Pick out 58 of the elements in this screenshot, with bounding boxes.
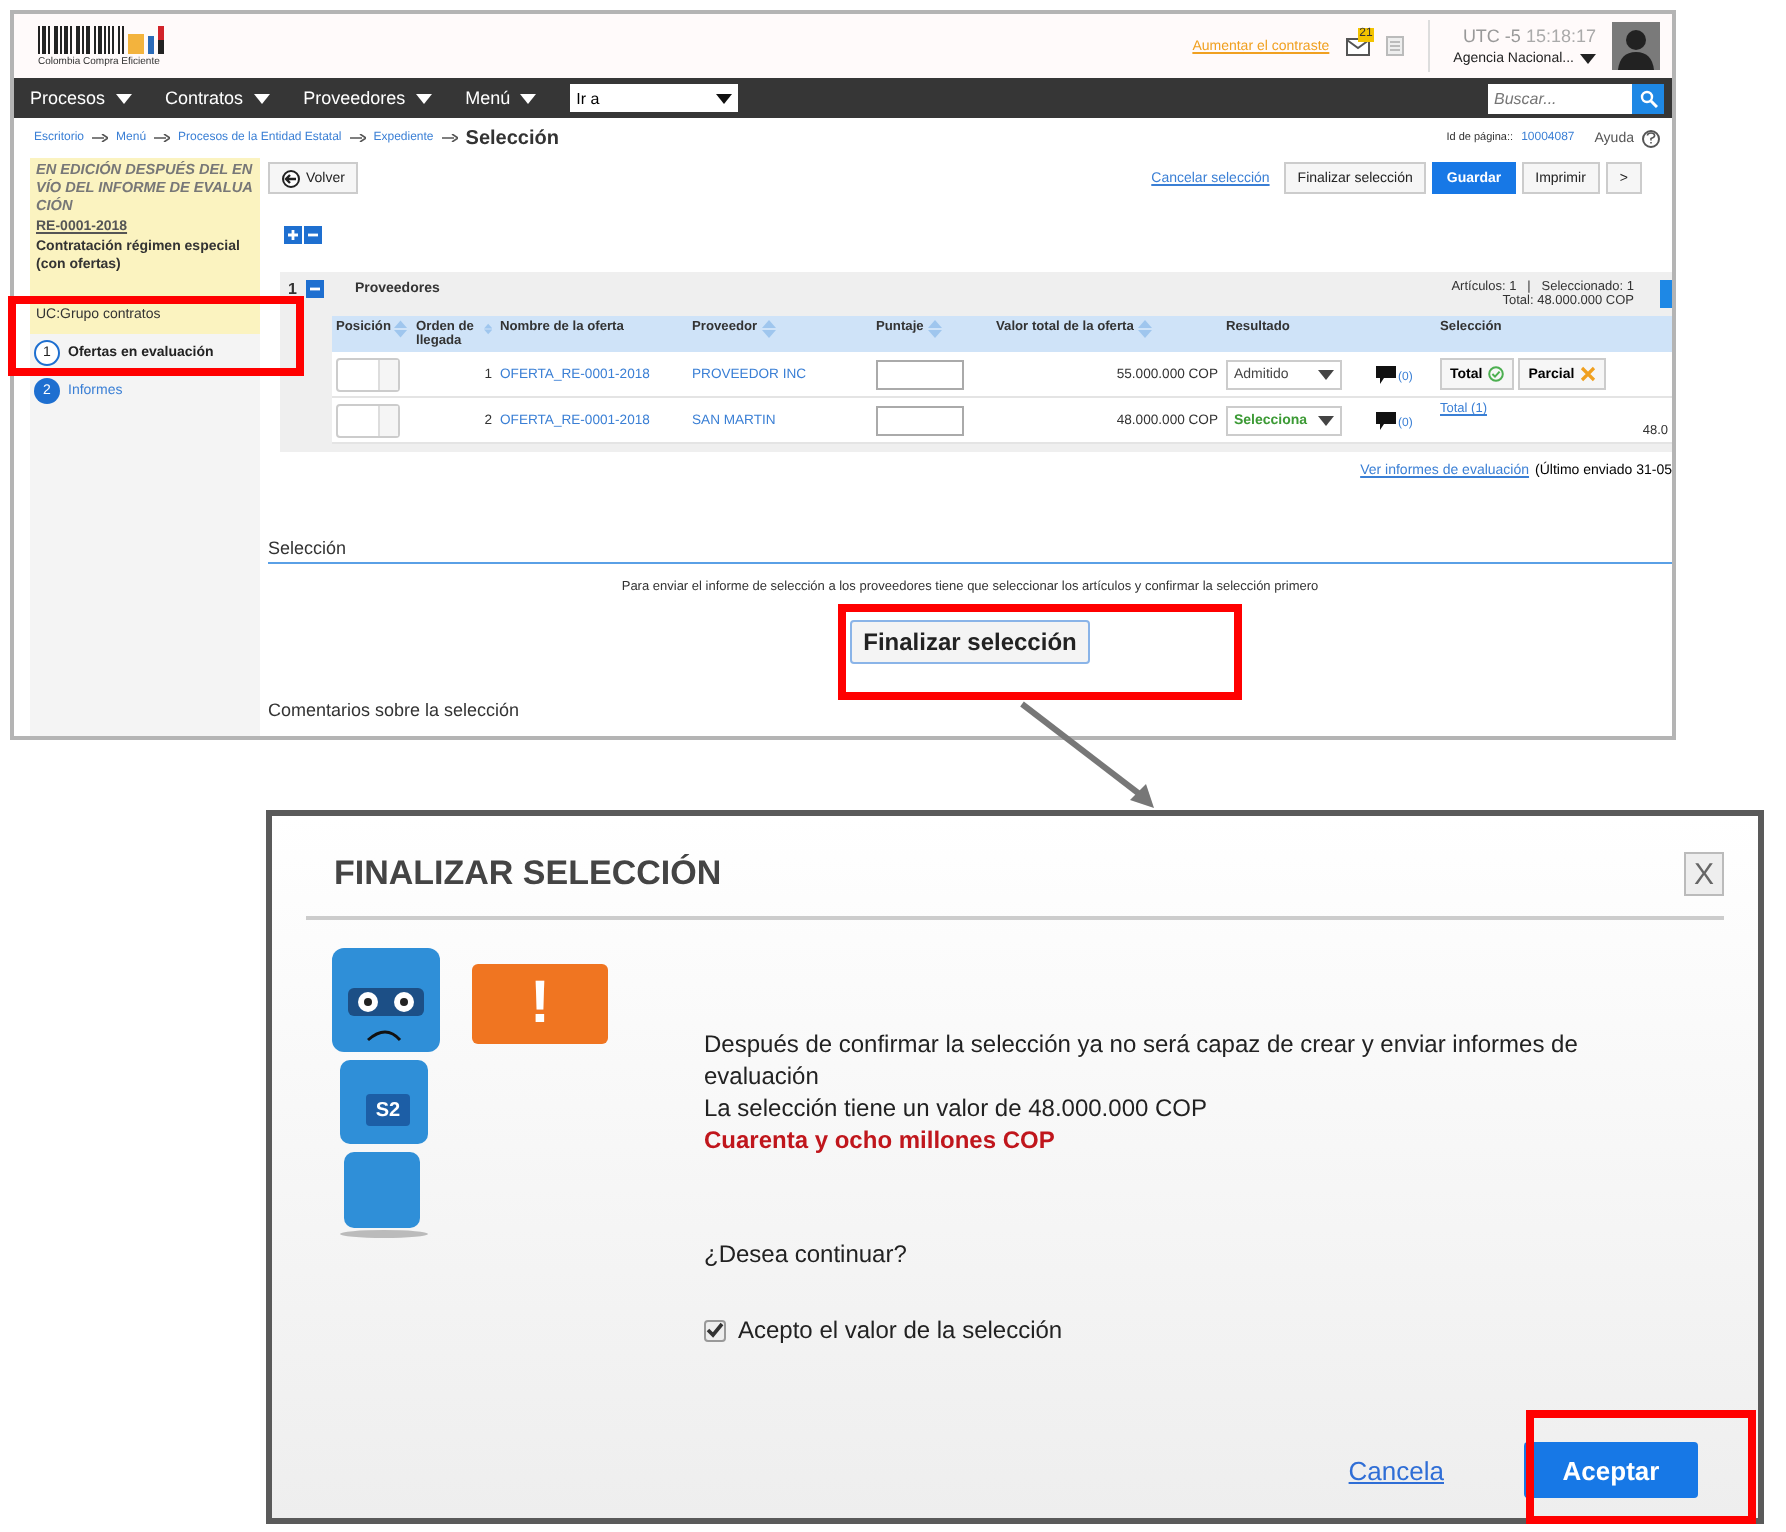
search-icon	[1639, 89, 1657, 107]
position-spinner[interactable]	[336, 403, 400, 437]
checkbox[interactable]	[704, 1319, 726, 1341]
caret-icon	[253, 93, 270, 103]
section-number: 1	[288, 280, 297, 298]
sort-icon[interactable]	[1137, 320, 1152, 338]
finalize-button[interactable]: Finalizar selección	[849, 620, 1091, 664]
help-icon[interactable]	[1642, 129, 1660, 147]
caret-icon	[1318, 415, 1334, 425]
sort-icon[interactable]	[927, 320, 942, 338]
nav-menu[interactable]: Menú	[465, 88, 537, 108]
arrow-icon	[92, 134, 109, 142]
page-title: Selección	[465, 127, 559, 149]
dialog-title: FINALIZAR SELECCIÓN	[334, 854, 722, 894]
barcode-logo-icon	[38, 25, 170, 53]
nav-menu[interactable]: Contratos	[165, 88, 270, 108]
cross-icon	[1580, 366, 1597, 382]
arrow-icon	[441, 134, 458, 142]
arrow-icon	[154, 134, 171, 142]
accept-button[interactable]: Aceptar	[1524, 1442, 1698, 1498]
goto-select[interactable]: Ir a	[570, 84, 739, 112]
check-circle-icon	[1488, 366, 1505, 382]
value-text: La selección tiene un valor de 48.000.000 COP	[704, 1092, 1210, 1124]
value-words-text: Cuarenta y ocho millones COP	[704, 1124, 1057, 1156]
score-field[interactable]	[876, 405, 964, 435]
arrow-icon	[349, 134, 366, 142]
score-field[interactable]	[876, 359, 964, 389]
section-heading: Selección	[268, 538, 1672, 564]
caret-icon	[520, 93, 537, 103]
alert-bubble: !	[472, 964, 608, 1044]
dialog-message: Después de confirmar la selección ya no será capaz de crear y enviar informes de evaluación	[704, 1028, 1580, 1092]
search-button[interactable]	[1632, 83, 1664, 113]
sort-icon[interactable]	[483, 320, 492, 338]
question-text: ¿Desea continuar?	[704, 1240, 909, 1268]
checkbox-label: Acepto el valor de la selección	[738, 1316, 1063, 1344]
comment-icon[interactable]	[1376, 365, 1396, 383]
connector-arrow	[1020, 701, 1154, 808]
search-field[interactable]: Buscar...	[1488, 83, 1632, 113]
mascot-badge: S2	[366, 1094, 410, 1126]
caret-icon	[415, 93, 432, 103]
expand-icon[interactable]	[284, 226, 302, 244]
nav-menu[interactable]: Procesos	[30, 88, 132, 108]
cancel-link[interactable]: Cancela	[1348, 1455, 1444, 1485]
caret-icon	[115, 93, 132, 103]
position-spinner[interactable]	[336, 357, 400, 391]
document-icon[interactable]	[1385, 36, 1404, 56]
mail-icon[interactable]	[1345, 36, 1370, 56]
caret-icon	[1318, 369, 1334, 379]
section-heading: Comentarios sobre la selección	[268, 700, 522, 720]
comment-icon[interactable]	[1376, 411, 1396, 429]
back-arrow-icon	[282, 169, 300, 187]
nav-menu[interactable]: Proveedores	[303, 88, 432, 108]
close-button[interactable]: X	[1684, 852, 1724, 896]
clock-text: UTC -5 15:18:17	[1462, 26, 1596, 46]
caret-icon	[1580, 54, 1596, 64]
caret-icon	[716, 93, 733, 103]
sort-icon[interactable]	[394, 320, 408, 338]
sort-icon[interactable]	[761, 320, 776, 338]
